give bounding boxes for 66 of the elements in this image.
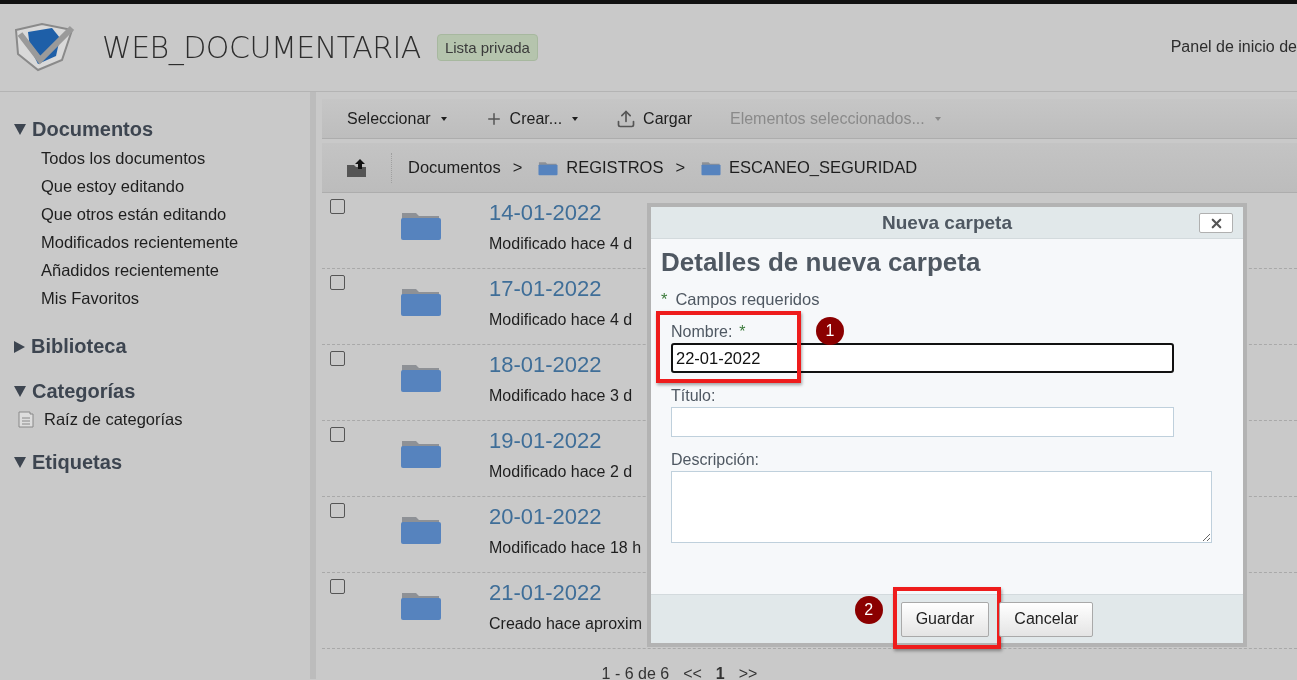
expand-triangle-icon[interactable]: [14, 386, 26, 397]
folder-icon: [538, 159, 559, 176]
field-label: Descripción:: [671, 451, 760, 469]
checkbox[interactable]: [330, 579, 345, 594]
caret-icon: [934, 116, 941, 121]
checkbox[interactable]: [330, 275, 345, 290]
breadcrumb-link[interactable]: REGISTROS: [566, 158, 664, 177]
page-number[interactable]: 1: [715, 665, 725, 680]
sidebar-link[interactable]: Raíz de categorías: [44, 409, 183, 429]
step-marker: 1: [816, 317, 844, 345]
app-title: WEB_DOCUMENTARIA: [102, 30, 421, 65]
modified-text: Modificado hace 4 d: [489, 311, 633, 329]
section-title[interactable]: Etiquetas: [32, 451, 123, 474]
folder-icon: [701, 159, 722, 176]
dialog-heading: Detalles de nueva carpeta: [661, 247, 982, 278]
caret-icon: [572, 116, 579, 121]
privacy-badge: Lista privada: [436, 34, 538, 61]
section-title[interactable]: Documentos: [32, 118, 154, 141]
toolbar-button[interactable]: Seleccionar: [347, 109, 447, 128]
sidebar-link[interactable]: Mis Favoritos: [14, 285, 310, 313]
description-field[interactable]: [671, 471, 1212, 543]
sidebar-link[interactable]: Modificados recientemente: [14, 229, 310, 257]
step-marker: 2: [854, 595, 883, 624]
document-icon: [16, 409, 36, 429]
dialog-button[interactable]: Cancelar: [999, 601, 1094, 637]
expand-triangle-icon[interactable]: [14, 457, 26, 468]
folder-up-icon: [345, 157, 368, 178]
page-range: 1 - 6 de 6: [601, 665, 670, 680]
checkbox[interactable]: [330, 503, 345, 518]
sidebar-link[interactable]: Todos los documentos: [14, 145, 310, 173]
expand-triangle-icon[interactable]: [14, 124, 26, 135]
sidebar-link[interactable]: Que estoy editando: [14, 173, 310, 201]
required-note: Campos requeridos: [675, 290, 820, 309]
sidebar-link[interactable]: Añadidos recientemente: [14, 257, 310, 285]
toolbar-button[interactable]: Crear...: [484, 109, 579, 128]
checkbox[interactable]: [330, 351, 345, 366]
breadcrumb-link[interactable]: Documentos: [408, 158, 501, 177]
dialog-title: Nueva carpeta: [882, 211, 1012, 234]
breadcrumb-separator: >: [675, 158, 686, 177]
modified-text: Modificado hace 4 d: [489, 235, 633, 253]
close-button[interactable]: [1199, 213, 1233, 233]
dialog-button[interactable]: Guardar: [900, 601, 990, 637]
checkbox[interactable]: [330, 427, 345, 442]
field-label: Título:: [671, 387, 716, 405]
input-field[interactable]: 22-01-2022: [671, 343, 1174, 373]
modified-text: Modificado hace 18 h: [489, 539, 642, 557]
upload-icon: [616, 108, 637, 129]
breadcrumb-separator: >: [512, 158, 523, 177]
breadcrumb-link[interactable]: ESCANEO_SEGURIDAD: [729, 158, 918, 177]
input-field[interactable]: [671, 407, 1174, 437]
modified-text: Modificado hace 2 d: [489, 463, 633, 481]
checkbox[interactable]: [330, 199, 345, 214]
toolbar-button[interactable]: Cargar: [616, 108, 692, 129]
section-title[interactable]: Biblioteca: [31, 335, 127, 358]
modified-text: Creado hace aproxim: [489, 615, 642, 633]
previous-link[interactable]: <<: [683, 665, 702, 680]
required-mark: *: [739, 323, 746, 341]
required-mark: *: [661, 290, 668, 309]
section-title[interactable]: Categorías: [32, 380, 136, 403]
header-link[interactable]: Panel de inicio de: [1170, 37, 1297, 58]
expand-triangle-icon[interactable]: [14, 340, 25, 353]
field-label: Nombre:: [671, 323, 733, 341]
next-link[interactable]: >>: [738, 665, 758, 680]
modified-text: Modificado hace 3 d: [489, 387, 633, 405]
sidebar-link[interactable]: Que otros están editando: [14, 201, 310, 229]
caret-icon: [440, 116, 447, 121]
